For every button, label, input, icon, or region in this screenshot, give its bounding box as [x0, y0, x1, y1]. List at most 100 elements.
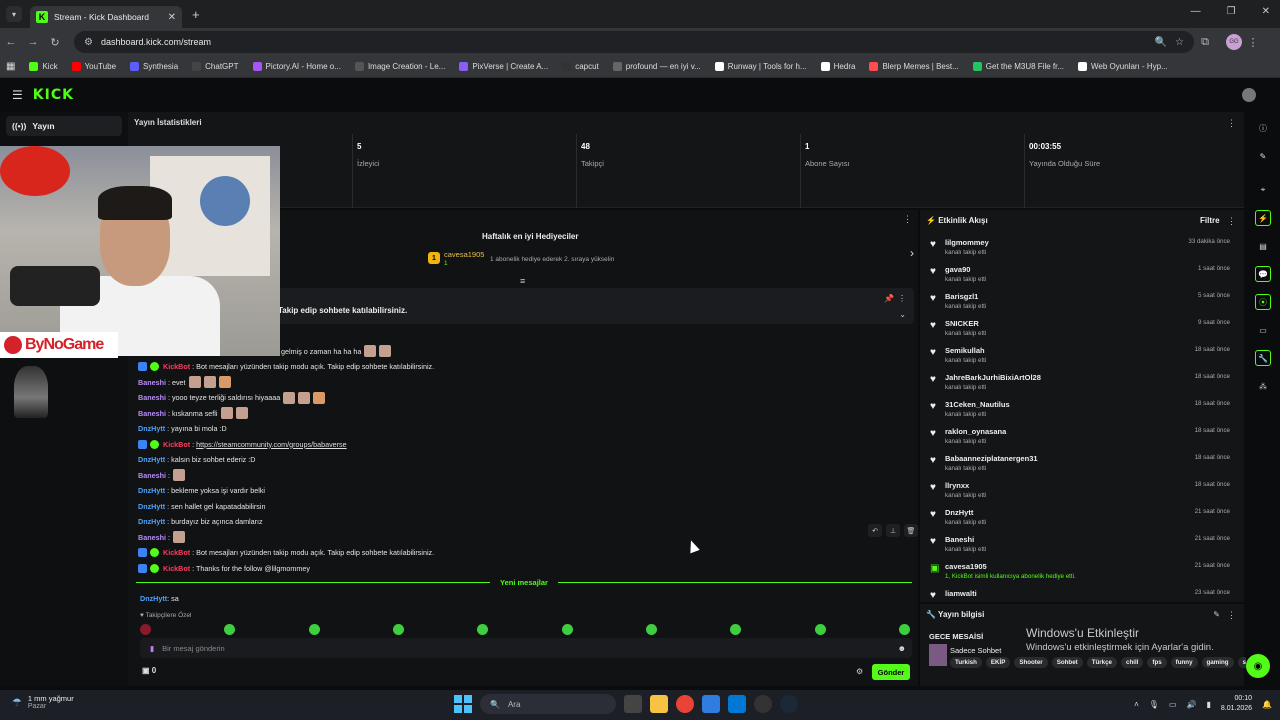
message-user[interactable]: DnzHytt — [140, 594, 167, 603]
activity-event[interactable]: ♥ Babaanneziplatanergen31 kanalı takip ett… — [920, 448, 1244, 475]
user-avatar[interactable] — [1242, 88, 1256, 102]
chat-menu-icon[interactable]: ⋮ — [903, 214, 912, 225]
activity-event[interactable]: ♥ 31Ceken_Nautilus kanalı takip etti 18 saa… — [920, 394, 1244, 421]
message-user[interactable]: KickBot — [163, 564, 190, 573]
event-user[interactable]: Baneshi — [945, 535, 974, 544]
event-user[interactable]: Barisgzl1 — [945, 292, 978, 301]
gifter-name[interactable]: cavesa1905 — [444, 250, 484, 259]
activity-event[interactable]: ♥ Semikullah kanalı takip etti 18 saat önce — [920, 340, 1244, 367]
printer-icon[interactable]: ▭ — [1255, 322, 1271, 338]
message-user[interactable]: DnzHytt — [138, 455, 165, 464]
back-icon[interactable]: ← — [0, 36, 22, 48]
emote-button[interactable] — [308, 624, 320, 635]
bookmark-item[interactable]: Hedra — [820, 62, 855, 71]
message-user[interactable]: Baneshi — [138, 378, 166, 387]
message-user[interactable]: KickBot — [163, 362, 190, 371]
chevron-down-icon[interactable]: ⌄ — [899, 310, 906, 319]
event-user[interactable]: lilgmommey — [945, 238, 989, 247]
chat-icon[interactable]: 💬 — [1255, 266, 1271, 282]
task-view-icon[interactable] — [624, 695, 642, 713]
event-user[interactable]: cavesa1905 — [945, 562, 987, 571]
document-icon[interactable]: ▤ — [1255, 238, 1271, 254]
wrench-icon[interactable]: 🔧 — [1255, 350, 1271, 366]
outlook-icon[interactable] — [702, 695, 720, 713]
stream-tag[interactable]: Sohbet — [1051, 657, 1083, 668]
weather-widget[interactable]: ☂ 1 mm yağmur Pazar — [12, 694, 74, 710]
message-user[interactable]: Baneshi — [138, 533, 166, 542]
stream-tag[interactable]: gaming — [1201, 657, 1234, 668]
bookmark-item[interactable]: YouTube — [71, 62, 116, 71]
file-explorer-icon[interactable] — [650, 695, 668, 713]
bookmark-item[interactable]: Blerp Memes | Best... — [869, 62, 959, 71]
share-icon[interactable]: ⁂ — [1255, 378, 1271, 394]
battery-icon[interactable]: ▮ — [1206, 700, 1210, 709]
bookmark-item[interactable]: PixVerse | Create A... — [459, 62, 548, 71]
message-user[interactable]: KickBot — [163, 440, 190, 449]
emote-button[interactable] — [645, 624, 657, 635]
notification-icon[interactable]: 🔔 — [1262, 700, 1272, 709]
filter-button[interactable]: Filtre — [1200, 216, 1220, 225]
zoom-icon[interactable]: 🔍 — [1155, 37, 1167, 48]
stream-tag[interactable]: EKİP — [985, 657, 1011, 668]
obs-icon[interactable] — [754, 695, 772, 713]
event-user[interactable]: liamwalti — [945, 589, 977, 598]
message-link[interactable]: https://steamcommunity.com/groups/babave… — [196, 440, 346, 449]
new-messages-label[interactable]: Yeni mesajlar — [490, 578, 558, 587]
emoji-icon[interactable]: ☻ — [898, 644, 906, 653]
volume-icon[interactable]: 🔊 — [1187, 700, 1197, 709]
pinned-menu-icon[interactable]: ⋮ — [898, 294, 906, 303]
stats-more-icon[interactable]: ⋮ — [1227, 118, 1236, 129]
kick-logo[interactable]: KICK — [33, 87, 74, 103]
stream-info-menu-icon[interactable]: ⋮ — [1227, 610, 1236, 621]
activity-event[interactable]: ♥ llrynxx kanalı takip etti 18 saat önce — [920, 475, 1244, 502]
chrome-icon[interactable] — [676, 695, 694, 713]
reply-icon[interactable]: ↶ — [868, 524, 882, 537]
message-user[interactable]: Baneshi — [138, 471, 166, 480]
stream-tag[interactable]: funny — [1170, 657, 1198, 668]
activity-menu-icon[interactable]: ⋮ — [1227, 216, 1236, 227]
chat-settings-icon[interactable]: ⚙ — [856, 667, 863, 676]
points-display[interactable]: ▣ 0 — [142, 666, 156, 675]
activity-event[interactable]: ♥ raklon_oynasana kanalı takip etti 18 saat… — [920, 421, 1244, 448]
steam-icon[interactable] — [780, 695, 798, 713]
bookmark-item[interactable]: capcut — [562, 62, 599, 71]
start-icon[interactable] — [454, 695, 472, 713]
close-tab-icon[interactable]: ✕ — [168, 12, 176, 23]
tab-search-icon[interactable]: ▾ — [6, 6, 22, 22]
activity-event[interactable]: ▣ cavesa1905 1, KickBot isimli kullanıcıya… — [920, 556, 1244, 583]
close-window-icon[interactable]: ✕ — [1262, 6, 1270, 17]
profile-avatar[interactable]: GG — [1226, 34, 1242, 50]
delete-icon[interactable]: 🗑 — [904, 524, 918, 537]
store-icon[interactable] — [728, 695, 746, 713]
taskbar-search[interactable]: 🔍 Ara — [480, 694, 616, 714]
emote-button[interactable] — [392, 624, 404, 635]
emote-button[interactable] — [477, 624, 489, 635]
event-user[interactable]: DnzHytt — [945, 508, 973, 517]
bookmark-item[interactable]: Get the M3U8 File fr... — [972, 62, 1064, 71]
emote-button[interactable] — [730, 624, 742, 635]
event-user[interactable]: Babaanneziplatanergen31 — [945, 454, 1038, 463]
bookmark-item[interactable]: Image Creation - Le... — [354, 62, 445, 71]
minimize-icon[interactable]: — — [1191, 6, 1201, 17]
pin-icon[interactable]: 📌 — [884, 294, 894, 303]
event-user[interactable]: raklon_oynasana — [945, 427, 1006, 436]
bookmark-item[interactable]: Web Oyunları - Hyp... — [1078, 62, 1168, 71]
tray-expand-icon[interactable]: ˄ — [1134, 700, 1139, 709]
emote-button[interactable] — [898, 624, 910, 635]
restore-icon[interactable]: ❐ — [1227, 6, 1236, 17]
site-info-icon[interactable]: ⚙ — [84, 37, 93, 48]
collapse-icon[interactable]: ≡ — [520, 276, 525, 286]
activity-event[interactable]: ♥ DnzHytt kanalı takip etti 21 saat önce — [920, 502, 1244, 529]
event-user[interactable]: JahreBarkJurhiBixiArtOl28 — [945, 373, 1041, 382]
stream-tag[interactable]: Shooter — [1014, 657, 1048, 668]
send-button[interactable]: Gönder — [872, 664, 910, 680]
bookmark-star-icon[interactable]: ☆ — [1175, 37, 1184, 48]
sidebar-item-stream[interactable]: ((•)) Yayın — [6, 116, 122, 136]
chevron-right-icon[interactable]: › — [910, 246, 914, 260]
event-user[interactable]: gava90 — [945, 265, 970, 274]
stream-tag[interactable]: Turkish — [950, 657, 982, 668]
reload-icon[interactable]: ↻ — [44, 36, 66, 49]
event-user[interactable]: 31Ceken_Nautilus — [945, 400, 1010, 409]
extensions-icon[interactable]: ⧉ — [1194, 36, 1216, 49]
activity-event[interactable]: ♥ Baneshi kanalı takip etti 21 saat önce — [920, 529, 1244, 556]
